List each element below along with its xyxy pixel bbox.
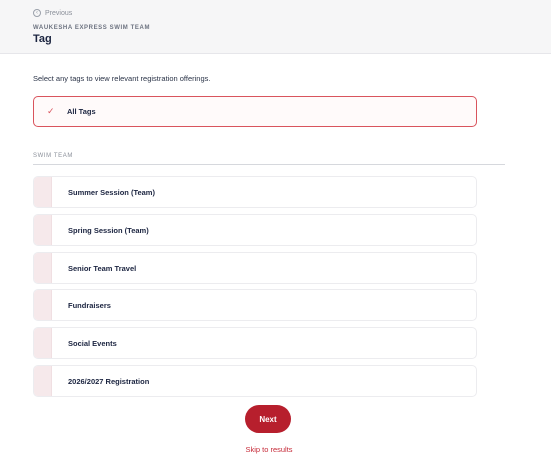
tag-indicator [34,253,52,283]
tag-indicator [34,177,52,207]
tag-label: Fundraisers [68,300,111,310]
next-button[interactable]: Next [245,405,291,433]
instruction-text: Select any tags to view relevant registr… [33,74,211,83]
skip-to-results-link[interactable]: Skip to results [0,445,538,454]
previous-link[interactable]: ‹ Previous [33,9,72,17]
tag-label: Social Events [68,338,117,348]
tag-label: Senior Team Travel [68,263,137,273]
section-label: SWIM TEAM [33,153,73,159]
tag-option[interactable]: Fundraisers [33,289,477,321]
tag-option[interactable]: Spring Session (Team) [33,214,477,246]
organization-name: WAUKESHA EXPRESS SWIM TEAM [33,25,151,31]
header: ‹ Previous WAUKESHA EXPRESS SWIM TEAM Ta… [0,0,551,54]
tag-label: Summer Session (Team) [68,187,155,197]
tag-indicator [34,290,52,320]
tag-indicator [34,328,52,358]
tag-indicator [34,366,52,396]
section-divider [33,164,505,165]
page-title: Tag [33,33,52,45]
tag-option[interactable]: Summer Session (Team) [33,176,477,208]
tag-option[interactable]: 2026/2027 Registration [33,365,477,397]
tag-option[interactable]: Senior Team Travel [33,252,477,284]
checkmark-icon: ✓ [47,106,55,116]
back-arrow-icon: ‹ [33,9,41,17]
tag-label: 2026/2027 Registration [68,376,150,386]
all-tags-option[interactable]: ✓ All Tags [33,96,477,127]
previous-label: Previous [45,9,73,17]
tag-indicator [34,215,52,245]
all-tags-label: All Tags [67,107,96,116]
page: ‹ Previous WAUKESHA EXPRESS SWIM TEAM Ta… [0,0,551,456]
tag-option[interactable]: Social Events [33,327,477,359]
tag-label: Spring Session (Team) [68,225,149,235]
